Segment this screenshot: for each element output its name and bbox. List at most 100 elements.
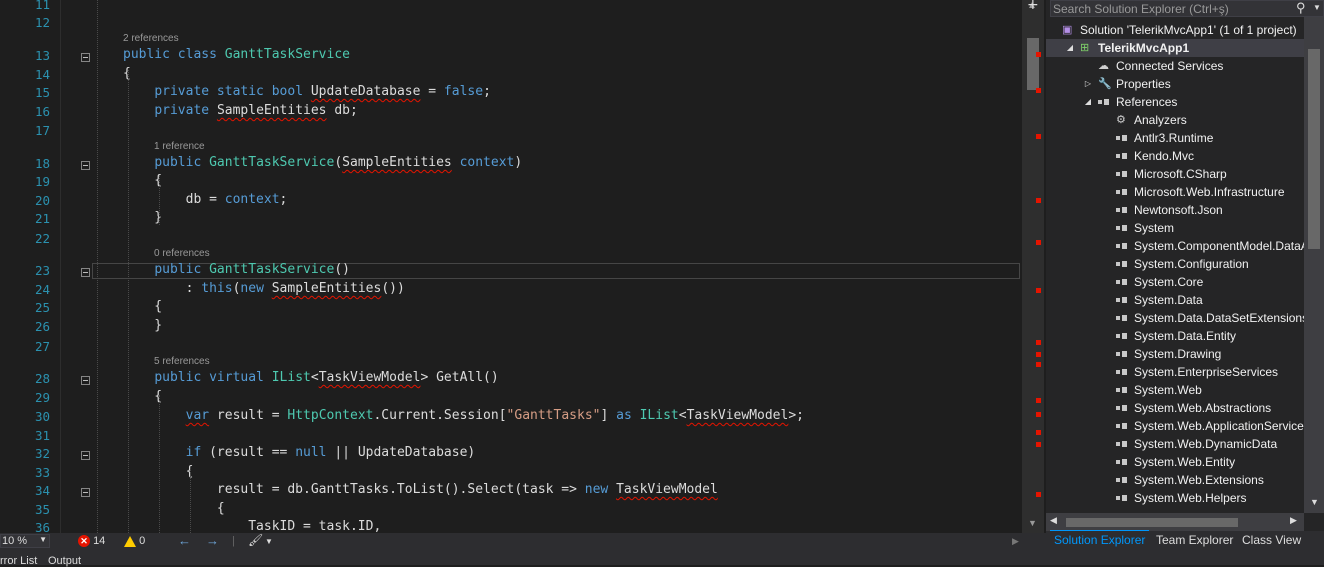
tree-item[interactable]: System.Data (1046, 291, 1304, 309)
error-marker[interactable] (1036, 52, 1041, 57)
solution-explorer-search[interactable]: ⚲ ▼ (1050, 0, 1324, 17)
code-line[interactable]: public GanttTaskService() (123, 262, 350, 277)
scroll-down-icon[interactable]: ▼ (1028, 518, 1037, 528)
collapse-region-icon[interactable] (81, 488, 90, 497)
error-marker[interactable] (1036, 442, 1041, 447)
code-line[interactable]: { (123, 66, 131, 81)
tree-item[interactable]: ▷ 🔧 Properties (1046, 75, 1304, 93)
scroll-right-icon[interactable]: ▶ (1012, 536, 1019, 547)
search-input[interactable] (1053, 1, 1289, 16)
tree-item[interactable]: System.Web.ApplicationServices (1046, 417, 1304, 435)
code-line[interactable]: if (result == null || UpdateDatabase) (123, 445, 476, 460)
scroll-right-icon[interactable]: ▶ (1290, 515, 1297, 526)
split-window-icon[interactable]: + (1027, 0, 1039, 13)
tree-item[interactable]: System.Web.DynamicData (1046, 435, 1304, 453)
code-editor[interactable]: 11 12 13 2 references public class GanttTask… (0, 0, 1022, 533)
tab-solution-explorer[interactable]: Solution Explorer (1049, 530, 1150, 547)
error-marker[interactable] (1036, 134, 1041, 139)
code-line[interactable]: TaskID = task.ID, (123, 519, 381, 533)
code-line[interactable]: public class GanttTaskService (123, 47, 350, 62)
error-marker[interactable] (1036, 340, 1041, 345)
codelens-references[interactable]: 0 references (154, 248, 210, 259)
code-line[interactable]: public virtual IList<TaskViewModel> GetA… (123, 370, 498, 385)
tree-item-label: Solution 'TelerikMvcApp1' (1 of 1 projec… (1080, 23, 1297, 37)
error-marker[interactable] (1036, 362, 1041, 367)
tree-item[interactable]: Kendo.Mvc (1046, 147, 1304, 165)
collapse-region-icon[interactable] (81, 451, 90, 460)
error-marker[interactable] (1036, 198, 1041, 203)
cleanup-brush-icon[interactable]: 🖌 (248, 533, 263, 547)
solution-explorer-horizontal-scrollbar[interactable]: ◀ ▶ (1046, 513, 1304, 531)
code-line[interactable]: public GanttTaskService(SampleEntities c… (123, 155, 522, 170)
tree-item[interactable]: System.Data.DataSetExtensions (1046, 309, 1304, 327)
tree-item[interactable]: ◢ ⊞ TelerikMvcApp1 (1046, 39, 1304, 57)
codelens-references[interactable]: 1 reference (154, 141, 205, 152)
tab-class-view[interactable]: Class View (1242, 533, 1301, 547)
tree-item[interactable]: System.Web.Helpers (1046, 489, 1304, 507)
code-line[interactable]: private SampleEntities db; (123, 103, 358, 118)
line-number: 33 (34, 465, 50, 480)
scroll-down-icon[interactable]: ▼ (1310, 497, 1319, 507)
chevron-down-icon[interactable]: ▼ (1313, 3, 1321, 12)
editor-scroll-thumb[interactable] (1027, 38, 1039, 90)
code-line[interactable]: { (123, 501, 225, 516)
collapse-region-icon[interactable] (81, 376, 90, 385)
codelens-references[interactable]: 2 references (123, 33, 179, 44)
tree-item[interactable]: System.Web.Extensions (1046, 471, 1304, 489)
tree-item[interactable]: System.Data.Entity (1046, 327, 1304, 345)
chevron-down-icon[interactable]: ▼ (265, 537, 273, 546)
tree-item[interactable]: Antlr3.Runtime (1046, 129, 1304, 147)
tree-item[interactable]: Microsoft.Web.Infrastructure (1046, 183, 1304, 201)
code-line[interactable]: private static bool UpdateDatabase = fal… (123, 84, 491, 99)
warnings-indicator[interactable]: 0 (124, 535, 145, 547)
scroll-thumb[interactable] (1308, 49, 1320, 249)
tree-item[interactable]: System.Core (1046, 273, 1304, 291)
error-marker[interactable] (1036, 412, 1041, 417)
collapse-arrow-icon[interactable]: ◢ (1083, 93, 1093, 111)
tree-item[interactable]: System.Configuration (1046, 255, 1304, 273)
tree-item[interactable]: System (1046, 219, 1304, 237)
code-line[interactable]: : this(new SampleEntities()) (123, 281, 405, 296)
collapse-arrow-icon[interactable]: ◢ (1065, 39, 1075, 57)
codelens-references[interactable]: 5 references (154, 356, 210, 367)
tree-item[interactable]: ◢ References (1046, 93, 1304, 111)
errors-indicator[interactable]: ✕ 14 (78, 535, 105, 548)
error-marker[interactable] (1036, 88, 1041, 93)
navigate-forward-icon[interactable]: → (206, 533, 219, 548)
tree-item[interactable]: System.Web.Abstractions (1046, 399, 1304, 417)
tree-item[interactable]: System.Web.Entity (1046, 453, 1304, 471)
scroll-left-icon[interactable]: ◀ (1050, 515, 1057, 526)
scroll-thumb[interactable] (1066, 518, 1238, 527)
error-marker[interactable] (1036, 492, 1041, 497)
solution-explorer-vertical-scrollbar[interactable]: ▼ (1304, 17, 1324, 513)
code-line[interactable]: var result = HttpContext.Current.Session… (123, 408, 804, 423)
tab-output[interactable]: Output (48, 555, 81, 567)
code-line[interactable]: result = db.GanttTasks.ToList().Select(t… (123, 482, 718, 497)
error-marker[interactable] (1036, 240, 1041, 245)
tree-item[interactable]: System.EnterpriseServices (1046, 363, 1304, 381)
error-marker[interactable] (1036, 352, 1041, 357)
tree-item[interactable]: System.Web (1046, 381, 1304, 399)
tree-item[interactable]: Newtonsoft.Json (1046, 201, 1304, 219)
collapse-region-icon[interactable] (81, 268, 90, 277)
search-icon[interactable]: ⚲ (1296, 0, 1306, 16)
tab-error-list[interactable]: rror List (0, 555, 37, 567)
tree-item[interactable]: Microsoft.CSharp (1046, 165, 1304, 183)
tree-item[interactable]: ▣ Solution 'TelerikMvcApp1' (1 of 1 proje… (1046, 21, 1304, 39)
collapse-region-icon[interactable] (81, 161, 90, 170)
error-marker[interactable] (1036, 398, 1041, 403)
error-marker[interactable] (1036, 288, 1041, 293)
reference-icon (1116, 134, 1128, 142)
error-marker[interactable] (1036, 430, 1041, 435)
tree-item[interactable]: ☁ Connected Services (1046, 57, 1304, 75)
collapse-region-icon[interactable] (81, 53, 90, 62)
expand-arrow-icon[interactable]: ▷ (1083, 75, 1093, 93)
code-line[interactable]: db = context; (123, 192, 288, 207)
tab-team-explorer[interactable]: Team Explorer (1156, 533, 1233, 547)
editor-vertical-scrollbar[interactable]: ▲ ▼ (1022, 0, 1044, 533)
tree-item[interactable]: ⚙ Analyzers (1046, 111, 1304, 129)
zoom-level-select[interactable]: 10 % ▼ (0, 534, 50, 548)
tree-item[interactable]: System.Drawing (1046, 345, 1304, 363)
navigate-back-icon[interactable]: ← (178, 533, 191, 548)
tree-item[interactable]: System.ComponentModel.DataAnnotations (1046, 237, 1304, 255)
